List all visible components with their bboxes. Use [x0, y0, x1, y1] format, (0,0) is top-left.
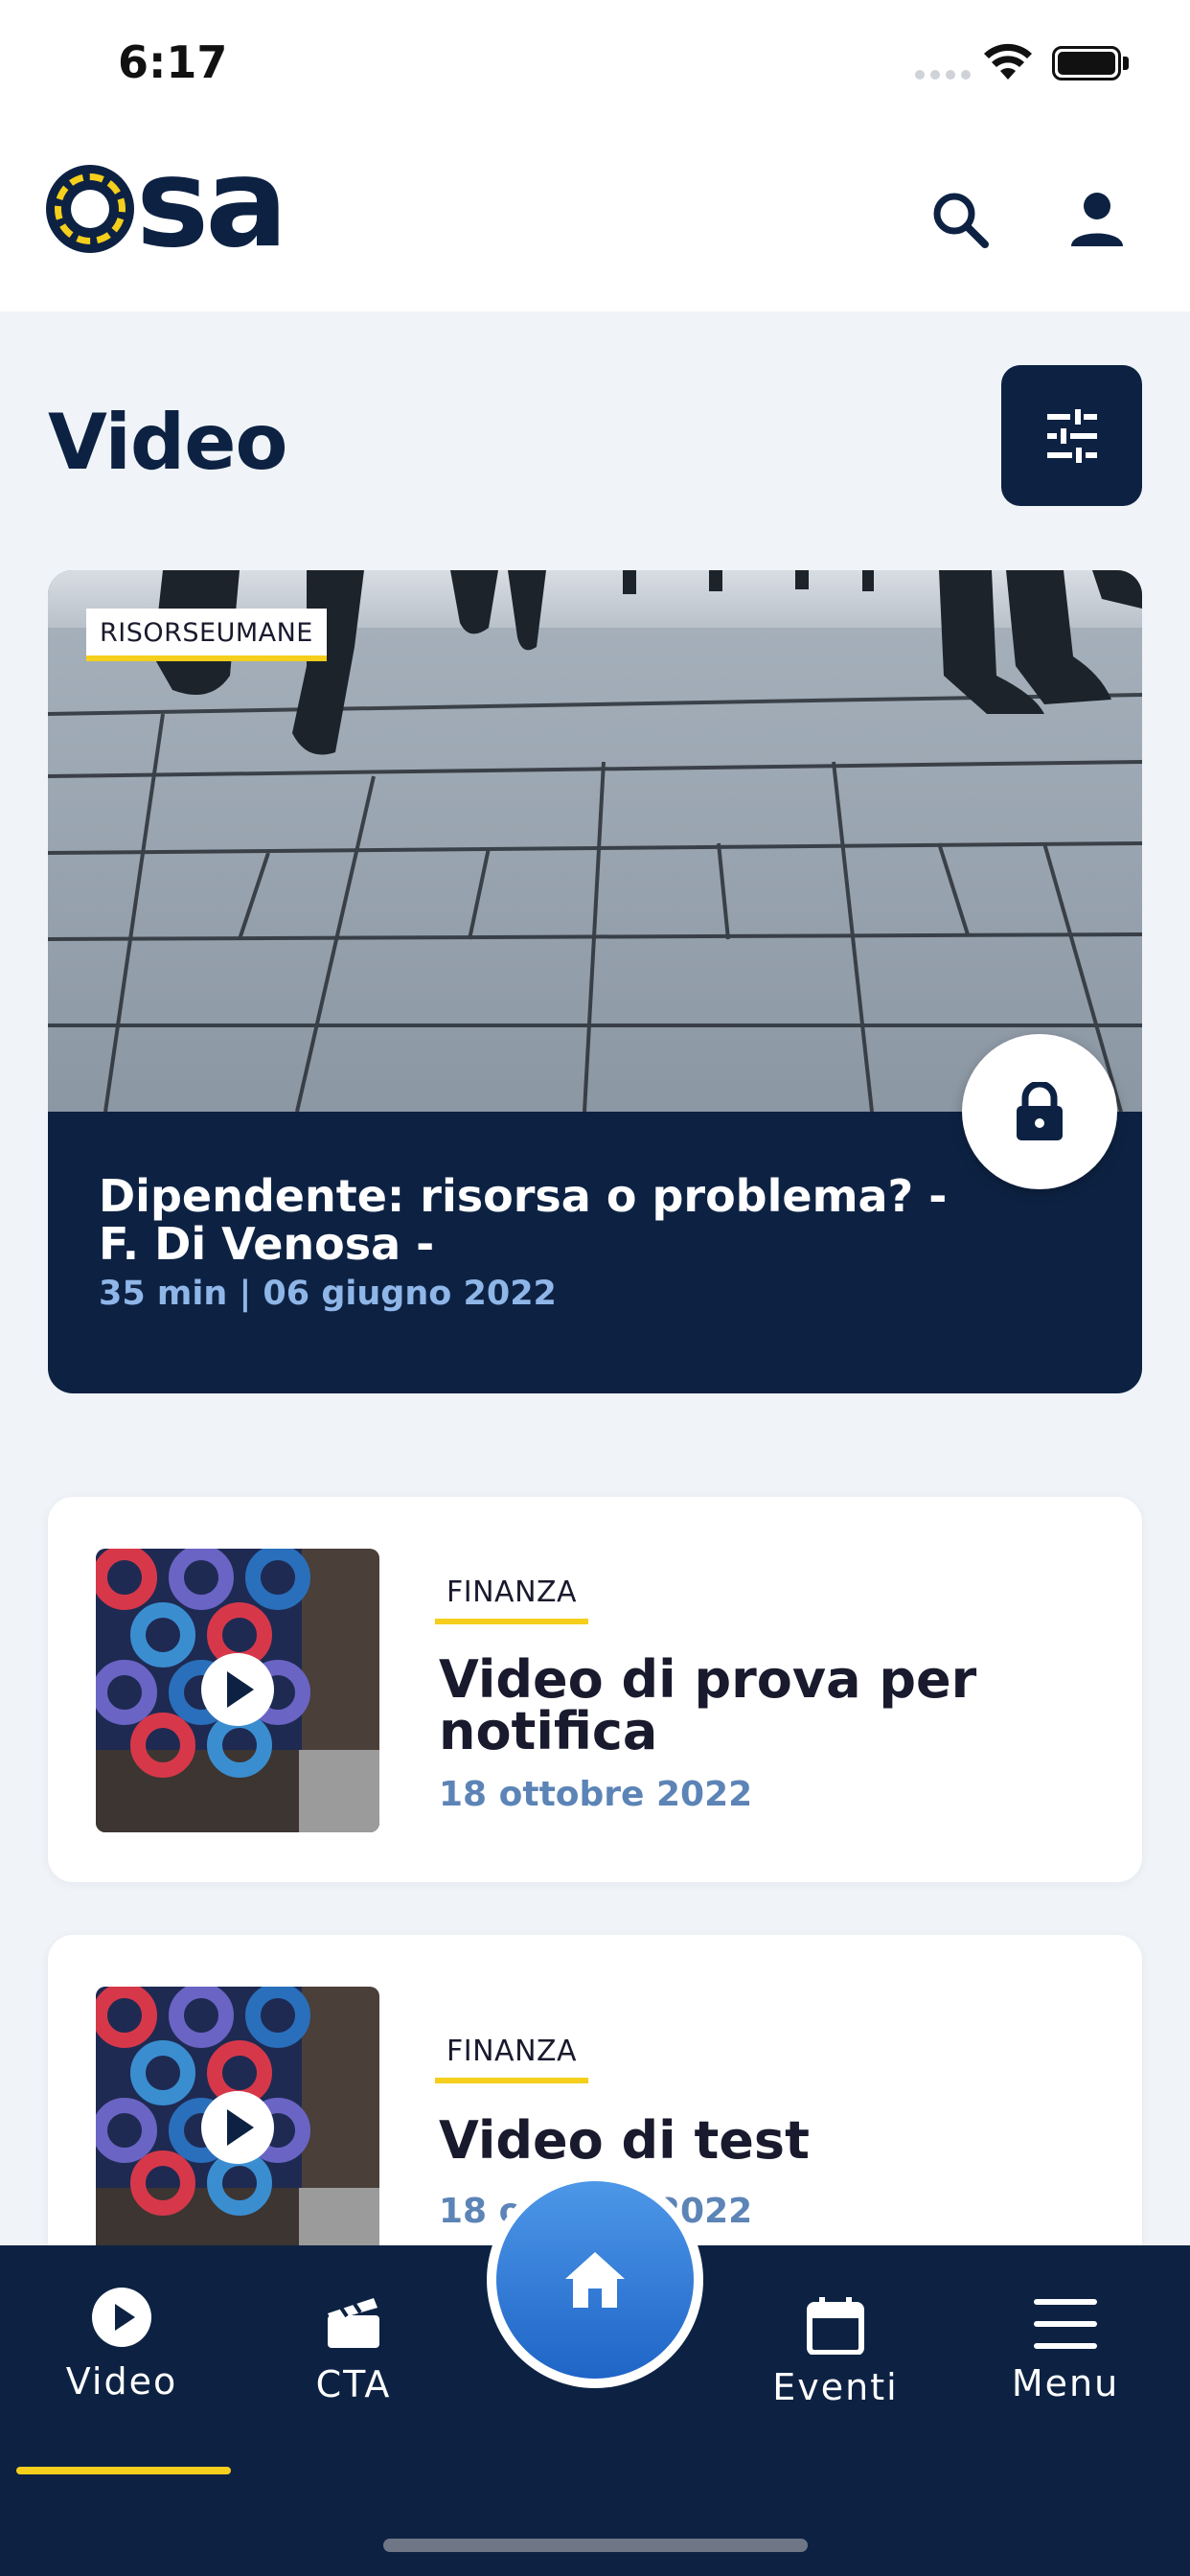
- app-logo[interactable]: sa: [46, 143, 288, 265]
- battery-icon: [1052, 46, 1121, 80]
- featured-video-meta: 35 min | 06 giugno 2022: [99, 1275, 557, 1313]
- logo-text: sa: [136, 132, 288, 275]
- nav-label: CTA: [315, 2363, 392, 2405]
- page-title: Video: [48, 398, 287, 487]
- featured-video-title: Dipendente: risorsa o problema? - F. Di …: [99, 1170, 948, 1270]
- filter-button[interactable]: [1001, 365, 1142, 506]
- nav-item-eventi[interactable]: Eventi: [740, 2295, 931, 2408]
- calendar-icon: [807, 2297, 864, 2356]
- sliders-icon: [1046, 408, 1097, 463]
- user-icon[interactable]: [1064, 187, 1131, 254]
- nav-item-video[interactable]: Video: [26, 2286, 217, 2403]
- logo-emblem: [46, 165, 134, 253]
- video-date: 18 ottobre 2022: [439, 1775, 753, 1814]
- video-thumbnail: [96, 1987, 379, 2270]
- status-bar: 6:17: [0, 0, 1190, 129]
- video-title: Video di test: [439, 2110, 810, 2171]
- video-category-tag: FINANZA: [435, 1576, 589, 1624]
- signal-icon: [915, 70, 971, 80]
- status-time: 6:17: [118, 36, 228, 88]
- home-button[interactable]: [487, 2172, 703, 2388]
- nav-label: Video: [65, 2360, 178, 2403]
- lock-icon: [1017, 1082, 1063, 1140]
- video-card[interactable]: FINANZA Video di prova per notifica 18 o…: [48, 1497, 1142, 1882]
- menu-icon: [1034, 2299, 1097, 2349]
- video-thumbnail: [96, 1549, 379, 1832]
- home-indicator: [383, 2539, 808, 2552]
- lock-button[interactable]: [962, 1034, 1117, 1189]
- search-icon[interactable]: [927, 187, 995, 254]
- nav-label: Menu: [1011, 2362, 1120, 2404]
- nav-item-cta[interactable]: CTA: [258, 2292, 449, 2405]
- clapperboard-icon: [328, 2298, 379, 2348]
- play-circle-icon: [92, 2288, 151, 2347]
- wifi-icon: [984, 43, 1032, 80]
- featured-video-card[interactable]: RISORSEUMANE Dipendente: risorsa o probl…: [48, 570, 1142, 1393]
- home-icon: [565, 2252, 625, 2308]
- featured-category-tag: RISORSEUMANE: [86, 609, 327, 661]
- nav-item-menu[interactable]: Menu: [970, 2297, 1161, 2404]
- nav-label: Eventi: [772, 2366, 899, 2408]
- video-title: Video di prova per notifica: [439, 1649, 977, 1761]
- active-tab-indicator: [16, 2467, 231, 2474]
- video-category-tag: FINANZA: [435, 2035, 589, 2083]
